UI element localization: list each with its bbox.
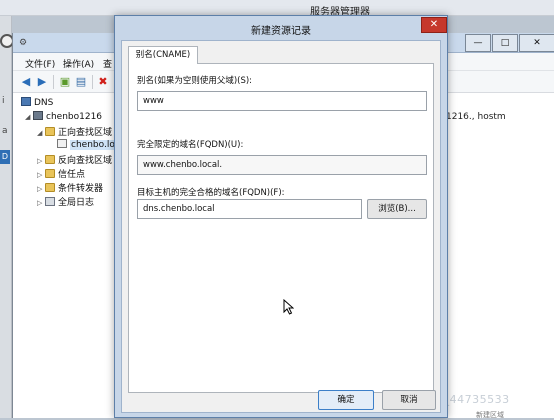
back-icon[interactable]: ◀ xyxy=(19,75,33,89)
left-strip-glyph-i: i xyxy=(2,96,5,106)
folder-icon xyxy=(45,155,55,164)
window-controls: — □ ✕ xyxy=(464,33,554,53)
server-manager-titlebar: 服务器管理器 xyxy=(0,0,554,18)
dialog-close-button[interactable]: ✕ xyxy=(421,17,447,33)
toolbar-separator xyxy=(92,75,93,89)
tree-item-trust-points[interactable]: ▷ 信任点 xyxy=(37,167,85,180)
ok-button[interactable]: 确定 xyxy=(318,390,374,410)
dialog-title: 新建资源记录 xyxy=(251,26,311,37)
server-manager-left-strip: i a D xyxy=(0,16,12,418)
show-hide-tree-icon[interactable]: ▤ xyxy=(74,75,88,89)
maximize-button[interactable]: □ xyxy=(492,34,518,52)
menu-file[interactable]: 文件(F) xyxy=(25,57,55,70)
target-host-input[interactable]: dns.chenbo.local xyxy=(137,199,362,219)
tree-item-server[interactable]: ◢ chenbo1216 xyxy=(25,111,102,124)
up-level-icon[interactable]: ▣ xyxy=(58,75,72,89)
detail-pane-text: 1216., hostm xyxy=(446,112,506,122)
console-tree: DNS ◢ chenbo1216 ◢ 正向查找区域 chenbo.local ▷ 反向… xyxy=(13,93,129,418)
left-strip-glyph-a: a xyxy=(2,126,8,136)
zone-icon xyxy=(57,139,67,148)
tree-item-conditional-forwarders[interactable]: ▷ 条件转发器 xyxy=(37,181,103,194)
tree-item-dns[interactable]: DNS xyxy=(21,97,53,110)
folder-icon xyxy=(45,127,55,136)
dns-icon xyxy=(21,97,31,106)
dns-app-icon: ⚙ xyxy=(19,38,28,48)
target-host-label: 目标主机的完全合格的域名(FQDN)(F): xyxy=(137,188,285,198)
menu-action[interactable]: 操作(A) xyxy=(63,57,94,70)
cname-tab-panel: 别名(如果为空则使用父域)(S): www 完全限定的域名(FQDN)(U): … xyxy=(128,63,434,393)
forward-icon[interactable]: ▶ xyxy=(35,75,49,89)
collapse-icon[interactable]: ◢ xyxy=(37,129,45,137)
folder-icon xyxy=(45,169,55,178)
server-icon xyxy=(33,111,43,120)
menu-view[interactable]: 查 xyxy=(103,57,112,70)
tree-item-reverse-zones[interactable]: ▷ 反向查找区域 xyxy=(37,153,112,166)
alias-label: 别名(如果为空则使用父域)(S): xyxy=(137,76,253,86)
toolbar-separator xyxy=(53,75,54,89)
expand-icon[interactable]: ▷ xyxy=(37,185,45,193)
fqdn-input[interactable]: www.chenbo.local. xyxy=(137,155,427,175)
log-icon xyxy=(45,197,55,206)
minimize-button[interactable]: — xyxy=(465,34,491,52)
expand-icon[interactable]: ▷ xyxy=(37,199,45,207)
close-window-button[interactable]: ✕ xyxy=(519,34,554,52)
left-strip-badge[interactable]: D xyxy=(0,150,10,164)
dialog-titlebar: 新建资源记录 ✕ xyxy=(115,16,447,40)
tree-item-global-logs[interactable]: ▷ 全局日志 xyxy=(37,195,94,208)
folder-icon xyxy=(45,183,55,192)
expand-icon[interactable]: ▷ xyxy=(37,171,45,179)
alias-input[interactable]: www xyxy=(137,91,427,111)
new-resource-record-dialog: 新建资源记录 ✕ 别名(CNAME) 别名(如果为空则使用父域)(S): www… xyxy=(114,15,448,418)
fqdn-label: 完全限定的域名(FQDN)(U): xyxy=(137,140,244,150)
expand-icon[interactable]: ▷ xyxy=(37,157,45,165)
delete-icon[interactable]: ✖ xyxy=(96,75,110,89)
tab-cname[interactable]: 别名(CNAME) xyxy=(128,46,198,64)
tree-item-forward-zones[interactable]: ◢ 正向查找区域 xyxy=(37,125,112,138)
collapse-icon[interactable]: ◢ xyxy=(25,113,33,121)
mouse-cursor-icon xyxy=(283,299,294,315)
browse-button[interactable]: 浏览(B)... xyxy=(367,199,427,219)
bottom-status-fragment: 新建区域 xyxy=(476,411,504,419)
dialog-body: 别名(CNAME) 别名(如果为空则使用父域)(S): www 完全限定的域名(… xyxy=(121,40,441,413)
cancel-button[interactable]: 取消 xyxy=(382,390,436,410)
